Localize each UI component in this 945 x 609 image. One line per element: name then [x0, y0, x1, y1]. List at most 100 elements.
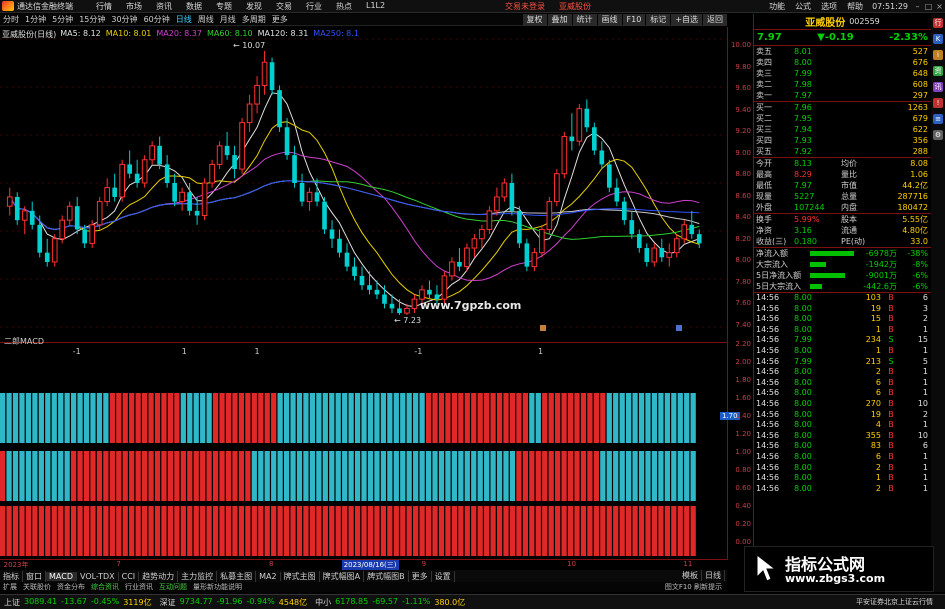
order-book-row[interactable]: 卖一 7.97 297	[754, 90, 931, 102]
indicator-tab-right[interactable]: 日线	[702, 570, 725, 581]
indicator-tab[interactable]: 牌式主图	[281, 570, 320, 582]
order-book-row[interactable]: 买一 7.96 1263	[754, 102, 931, 113]
trade-login-link[interactable]: 交易未登录	[505, 1, 545, 12]
order-volume: 608	[912, 80, 928, 89]
order-book-row[interactable]: 买二 7.95 679	[754, 113, 931, 124]
indicator-tab[interactable]: MACD	[46, 571, 77, 581]
order-book-row[interactable]: 买五 7.92 288	[754, 146, 931, 158]
chart-tool-button[interactable]: 统计	[572, 14, 597, 26]
news-icon[interactable]: 讯	[933, 82, 943, 92]
menu-options[interactable]: 选项	[816, 1, 842, 12]
menu-item[interactable]: 行业	[299, 1, 329, 12]
fund-icon[interactable]: 资	[933, 66, 943, 76]
period-tab[interactable]: 更多	[269, 14, 291, 25]
order-book-row[interactable]: 卖五 8.01 527	[754, 46, 931, 57]
quote-header[interactable]: 亚威股份 002559	[754, 14, 931, 30]
indicator-bar	[154, 393, 161, 443]
alert-icon[interactable]: !	[933, 98, 943, 108]
chart-tool-button[interactable]: 画线	[597, 14, 622, 26]
indicator-tab[interactable]: 设置	[432, 570, 455, 582]
indicator-tab[interactable]: 主力监控	[178, 570, 218, 582]
indicator-tab[interactable]: 趋势动力	[139, 570, 179, 582]
quick-link[interactable]: 关联股价	[20, 582, 54, 592]
chart-tool-button[interactable]: 复权	[522, 14, 547, 26]
quick-link[interactable]: 综合资讯	[88, 582, 122, 592]
indicator-tab[interactable]: 窗口	[23, 570, 46, 582]
menu-formula[interactable]: 公式	[790, 1, 816, 12]
tick-side: B	[888, 377, 894, 387]
period-tab[interactable]: 1分钟	[22, 14, 49, 25]
flow-row[interactable]: 5日净流入额 -9001万 -6%	[754, 270, 931, 281]
quote-icon[interactable]: 行	[933, 18, 943, 28]
candle	[352, 257, 357, 281]
indicator-tab[interactable]: 牌式幅图B	[364, 570, 409, 582]
candlestick-chart[interactable]	[0, 27, 727, 343]
menu-item[interactable]: 数据	[179, 1, 209, 12]
menu-item[interactable]: 热点	[329, 1, 359, 12]
index-quote[interactable]: 中小 6178.85 -69.57 -1.11% 380.0亿	[311, 597, 469, 608]
indicator-tab[interactable]: 牌式幅图A	[320, 570, 365, 582]
close-icon[interactable]: ×	[934, 1, 945, 12]
chart-icon[interactable]: K	[933, 34, 943, 44]
quick-link[interactable]: 资金分布	[54, 582, 88, 592]
period-tab[interactable]: 日线	[173, 14, 195, 25]
price-chart[interactable]: 亚威股份(日线) MA5: 8.12 MA10: 8.01 MA20: 8.37 MA…	[0, 27, 727, 343]
tick-table[interactable]: 14:56 8.00 103 B 6 14:56 8.00 19 B 3 14:56 8.00 15 B 2…	[754, 293, 931, 494]
menu-item[interactable]: 专题	[209, 1, 239, 12]
list-icon[interactable]: ≡	[933, 114, 943, 124]
chart-tool-button[interactable]: F10	[622, 14, 646, 26]
chart-tool-button[interactable]: 返回	[703, 14, 727, 26]
flow-row[interactable]: 5日大宗流入 -442.6万 -6%	[754, 281, 931, 293]
info-icon[interactable]: i	[933, 50, 943, 60]
indicator-chart[interactable]	[0, 334, 727, 560]
order-book-row[interactable]: 卖四 8.00 676	[754, 57, 931, 68]
period-tab[interactable]: 分时	[0, 14, 22, 25]
order-book-row[interactable]: 卖三 7.99 648	[754, 68, 931, 79]
menu-function[interactable]: 功能	[764, 1, 790, 12]
period-tab[interactable]: 周线	[195, 14, 217, 25]
indicator-tab[interactable]: 私募主图	[217, 570, 257, 582]
chart-tool-button[interactable]: 叠加	[547, 14, 572, 26]
indicator-tab[interactable]: MA2	[256, 571, 281, 581]
stock-name-link[interactable]: 亚威股份	[559, 1, 591, 12]
menu-item[interactable]: 资讯	[149, 1, 179, 12]
minimize-icon[interactable]: –	[912, 1, 923, 12]
period-tab[interactable]: 15分钟	[76, 14, 108, 25]
menu-item[interactable]: 行情	[89, 1, 119, 12]
chart-tool-button[interactable]: +自选	[671, 14, 702, 26]
indicator-tab-right[interactable]: 模板	[679, 570, 702, 581]
period-tab[interactable]: 5分钟	[49, 14, 76, 25]
quick-link[interactable]: 扩展	[0, 582, 20, 592]
order-book-row[interactable]: 买三 7.94 622	[754, 124, 931, 135]
chart-tool-button[interactable]: 标记	[646, 14, 671, 26]
menu-help[interactable]: 帮助	[842, 1, 868, 12]
menu-item[interactable]: 交易	[269, 1, 299, 12]
period-tab[interactable]: 60分钟	[141, 14, 173, 25]
quick-link[interactable]: 量形新功能说明	[190, 582, 245, 592]
index-quote[interactable]: 上证 3089.41 -13.67 -0.45% 3119亿	[0, 597, 156, 608]
menu-item[interactable]: 市场	[119, 1, 149, 12]
index-quote[interactable]: 深证 9734.77 -91.96 -0.94% 4548亿	[156, 597, 312, 608]
maximize-icon[interactable]: □	[923, 1, 934, 12]
event-marker[interactable]	[540, 325, 546, 331]
menu-item[interactable]: L1L2	[359, 1, 392, 12]
flow-row[interactable]: 大宗流入 -1942万 -8%	[754, 259, 931, 270]
quick-link[interactable]: 互动问题	[156, 582, 190, 592]
indicator-tab[interactable]: VOL-TDX	[77, 571, 119, 581]
period-tab[interactable]: 月线	[217, 14, 239, 25]
quick-link[interactable]: 行业资讯	[122, 582, 156, 592]
f10-link[interactable]: 图文F10 刷新提示	[662, 582, 725, 592]
indicator-panel[interactable]: 二郎MACD -1 1 1 -1 1	[0, 334, 727, 560]
indicator-tab[interactable]: CCI	[119, 571, 140, 581]
order-book-row[interactable]: 卖二 7.98 608	[754, 79, 931, 90]
indicator-tab[interactable]: 指标	[0, 570, 23, 582]
period-tab[interactable]: 30分钟	[108, 14, 140, 25]
event-marker[interactable]	[676, 325, 682, 331]
period-tab[interactable]: 多周期	[239, 14, 269, 25]
menu-item[interactable]: 发现	[239, 1, 269, 12]
flow-row[interactable]: 净流入额 -6978万 -38%	[754, 248, 931, 259]
order-book-row[interactable]: 买四 7.93 356	[754, 135, 931, 146]
indicator-tab[interactable]: 更多	[409, 570, 432, 582]
indicator-bar	[45, 506, 51, 556]
settings-icon[interactable]: ⚙	[933, 130, 943, 140]
